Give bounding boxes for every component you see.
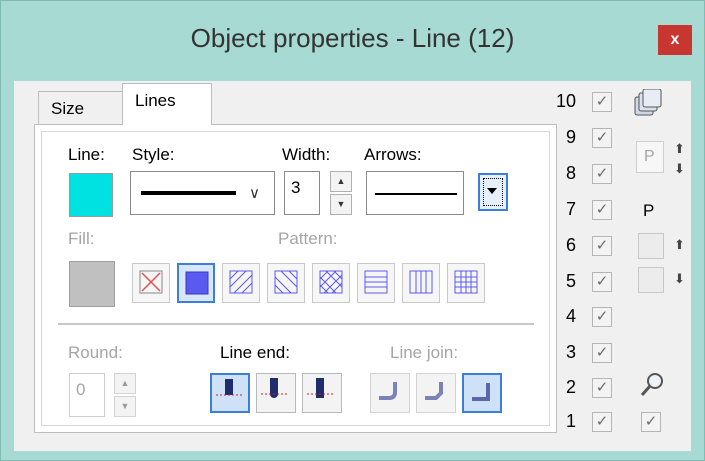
layer-4-checkbox[interactable]: ✓: [592, 307, 612, 327]
arrows-label: Arrows:: [364, 145, 422, 164]
line-end-flat-glyph: [216, 379, 244, 396]
arrow-style-preview[interactable]: [366, 171, 464, 215]
layer-number: 4: [565, 306, 576, 326]
p-disabled-label: P: [644, 148, 655, 165]
layer-number: 3: [565, 342, 576, 362]
layer-number: 9: [565, 127, 576, 147]
layers-stack-glyph: [634, 88, 662, 116]
line-label: Line:: [68, 145, 105, 164]
round-increase-button[interactable]: ▲: [114, 373, 136, 394]
layers-stack-icon[interactable]: [633, 88, 663, 117]
width-increase-button[interactable]: ▲: [330, 171, 352, 192]
line-join-bevel-icon[interactable]: [416, 373, 456, 413]
round-stepper: ▲ ▼: [114, 373, 136, 417]
dropdown-triangle-icon: [487, 188, 497, 194]
horizontal-lines-pattern-icon[interactable]: [357, 263, 395, 303]
layer-9-checkbox[interactable]: ✓: [592, 128, 612, 148]
layer-number: 6: [565, 235, 576, 255]
layer-number: 1: [565, 411, 576, 431]
solid-pattern-icon[interactable]: [177, 263, 215, 303]
line-color-swatch[interactable]: [69, 173, 113, 217]
arrow-style-dropdown-button[interactable]: [478, 173, 508, 211]
layer-2-checkbox[interactable]: ✓: [592, 378, 612, 398]
tab-size[interactable]: Size: [38, 91, 124, 125]
line-end-square-icon[interactable]: [302, 373, 342, 413]
move-down-box[interactable]: [638, 267, 664, 293]
p-label: P: [643, 201, 655, 220]
grid-pattern-icon[interactable]: [447, 263, 485, 303]
fill-color-swatch[interactable]: [69, 261, 115, 307]
width-decrease-button[interactable]: ▼: [330, 194, 352, 215]
crosshatch-diagonal-pattern-icon[interactable]: [312, 263, 350, 303]
vertical-lines-pattern-icon[interactable]: [402, 263, 440, 303]
line-end-flat-icon[interactable]: [210, 373, 250, 413]
arrow-down-icon[interactable]: ⬇: [674, 271, 685, 287]
round-label: Round:: [68, 343, 123, 362]
magnifier-icon[interactable]: [639, 371, 667, 399]
layer-number: 8: [565, 163, 576, 183]
line-join-miter-icon[interactable]: [462, 373, 502, 413]
layer-7-checkbox[interactable]: ✓: [592, 200, 612, 220]
horizontal-lines-glyph: [364, 270, 388, 294]
arrow-up-icon[interactable]: ⬆: [674, 237, 685, 253]
pattern-label: Pattern:: [278, 229, 338, 248]
diagonal-forward-pattern-glyph: [229, 270, 253, 294]
width-stepper: ▲ ▼: [330, 171, 352, 215]
tab-lines[interactable]: Lines: [122, 83, 212, 125]
line-style-preview: [141, 191, 236, 195]
layer-6-checkbox[interactable]: ✓: [592, 236, 612, 256]
dialog-client-area: Size Lines Line: Style: Width: Arrows: ∨…: [14, 81, 691, 451]
layer-1-checkbox[interactable]: ✓: [592, 412, 612, 432]
layer-5-checkbox[interactable]: ✓: [592, 272, 612, 292]
layer-number: 2: [565, 377, 576, 397]
width-input[interactable]: 3: [284, 171, 320, 215]
line-end-round-icon[interactable]: [256, 373, 296, 413]
magnifier-glyph: [640, 373, 663, 396]
diagonal-backward-pattern-icon[interactable]: [267, 263, 305, 303]
crosshatch-pattern-glyph: [319, 270, 343, 294]
layer-8-checkbox[interactable]: ✓: [592, 164, 612, 184]
line-join-bevel-glyph: [425, 382, 443, 400]
line-style-dropdown[interactable]: ∨: [130, 171, 275, 215]
line-end-square-glyph: [307, 378, 335, 398]
line-join-label: Line join:: [390, 343, 459, 362]
vertical-lines-glyph: [409, 270, 433, 294]
line-end-round-glyph: [261, 378, 289, 398]
section-divider: [58, 323, 534, 325]
solid-pattern-glyph: [185, 271, 209, 295]
round-input[interactable]: 0: [69, 373, 105, 417]
layer-10-checkbox[interactable]: ✓: [592, 92, 612, 112]
window-title: Object properties - Line (12): [190, 23, 515, 53]
grid-glyph: [454, 270, 478, 294]
line-end-label: Line end:: [220, 343, 290, 362]
line-join-round-glyph: [379, 382, 397, 400]
title-bar[interactable]: Object properties - Line (12) x: [1, 1, 704, 81]
arrow-down-icon[interactable]: ⬇: [674, 161, 685, 177]
fill-label: Fill:: [68, 229, 95, 248]
line-join-miter-glyph: [472, 383, 490, 401]
close-button[interactable]: x: [658, 25, 692, 55]
diagonal-forward-pattern-icon[interactable]: [222, 263, 260, 303]
line-join-round-icon[interactable]: [370, 373, 410, 413]
layer-number: 5: [565, 271, 576, 291]
style-label: Style:: [132, 145, 175, 164]
arrow-line-preview: [375, 193, 457, 195]
width-label: Width:: [282, 145, 331, 164]
diagonal-backward-pattern-glyph: [274, 270, 298, 294]
none-pattern-glyph: [139, 270, 163, 294]
arrow-up-icon[interactable]: ⬆: [674, 141, 685, 157]
chevron-down-icon: ∨: [249, 185, 260, 202]
object-properties-window: Object properties - Line (12) x Size Lin…: [0, 0, 705, 461]
round-decrease-button[interactable]: ▼: [114, 396, 136, 417]
p-button-disabled[interactable]: P: [636, 141, 664, 173]
none-pattern-icon[interactable]: [132, 263, 170, 303]
zoom-checkbox[interactable]: ✓: [641, 412, 661, 432]
layer-number: 7: [565, 199, 576, 219]
move-up-box[interactable]: [638, 233, 664, 259]
layer-3-checkbox[interactable]: ✓: [592, 343, 612, 363]
layer-number: 10: [555, 91, 576, 111]
